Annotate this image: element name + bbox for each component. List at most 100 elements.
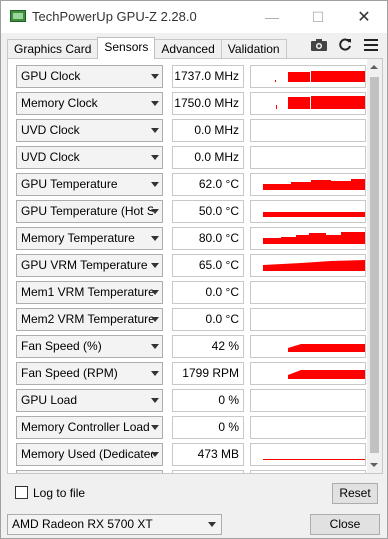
sensor-value: 0 % xyxy=(172,389,244,412)
window-title: TechPowerUp GPU-Z 2.28.0 xyxy=(32,9,197,24)
chevron-down-icon xyxy=(151,155,159,160)
sensor-graph xyxy=(250,92,366,115)
chevron-down-icon xyxy=(151,128,159,133)
sensor-label: Memory Temperature xyxy=(21,231,135,245)
tab-strip: Graphics Card Sensors Advanced Validatio… xyxy=(7,37,287,59)
sensor-graph xyxy=(250,416,366,439)
sensor-graph xyxy=(250,389,366,412)
sensor-label-dropdown[interactable]: Memory Clock xyxy=(16,92,163,115)
sensor-value: 0.0 °C xyxy=(172,308,244,331)
sensor-graph xyxy=(250,335,366,358)
close-button[interactable]: Close xyxy=(310,514,380,535)
sensor-graph xyxy=(250,227,366,250)
scroll-up-arrow-icon[interactable] xyxy=(370,65,378,69)
scroll-down-arrow-icon[interactable] xyxy=(370,463,378,467)
sensor-label: UVD Clock xyxy=(21,150,80,164)
sensor-row: Memory Used (Dedicated) 473 MB xyxy=(14,443,378,466)
chevron-down-icon xyxy=(151,290,159,295)
sensor-label-dropdown[interactable]: Memory Used (Dynamic) xyxy=(16,470,163,473)
sensor-label: GPU VRM Temperature xyxy=(21,258,148,272)
sensor-label-dropdown[interactable]: UVD Clock xyxy=(16,119,163,142)
sensor-row: GPU VRM Temperature 65.0 °C xyxy=(14,254,378,277)
sensor-value: 33 MB xyxy=(172,470,244,473)
chevron-down-icon xyxy=(151,74,159,79)
gpu-select-value: AMD Radeon RX 5700 XT xyxy=(12,517,153,531)
sensor-row: Memory Controller Load 0 % xyxy=(14,416,378,439)
tab-graphics-card[interactable]: Graphics Card xyxy=(7,39,99,59)
chevron-down-icon xyxy=(151,236,159,241)
chevron-down-icon xyxy=(151,344,159,349)
sensor-value: 1799 RPM xyxy=(172,362,244,385)
sensor-row: Memory Temperature 80.0 °C xyxy=(14,227,378,250)
sensor-label-dropdown[interactable]: Memory Used (Dedicated) xyxy=(16,443,163,466)
sensor-label: Mem2 VRM Temperature xyxy=(21,312,153,326)
chevron-down-icon xyxy=(151,182,159,187)
sensor-label: Fan Speed (%) xyxy=(21,339,102,353)
sensor-row: Memory Used (Dynamic) 33 MB xyxy=(14,470,378,473)
sensor-label-dropdown[interactable]: GPU Clock xyxy=(16,65,163,88)
minimize-button[interactable]: — xyxy=(249,1,295,33)
chevron-down-icon xyxy=(151,371,159,376)
sensor-label: GPU Temperature xyxy=(21,177,118,191)
sensor-value: 65.0 °C xyxy=(172,254,244,277)
sensor-row: GPU Clock 1737.0 MHz xyxy=(14,65,378,88)
sensor-row: Mem2 VRM Temperature 0.0 °C xyxy=(14,308,378,331)
sensor-label-dropdown[interactable]: Mem2 VRM Temperature xyxy=(16,308,163,331)
sensor-row: GPU Load 0 % xyxy=(14,389,378,412)
sensor-row: Fan Speed (%) 42 % xyxy=(14,335,378,358)
gpu-select[interactable]: AMD Radeon RX 5700 XT xyxy=(7,514,222,535)
tab-sensors[interactable]: Sensors xyxy=(97,37,156,59)
title-bar[interactable]: TechPowerUp GPU-Z 2.28.0 — ☐ ✕ xyxy=(1,1,387,33)
sensor-row: GPU Temperature 62.0 °C xyxy=(14,173,378,196)
sensor-label-dropdown[interactable]: GPU VRM Temperature xyxy=(16,254,163,277)
sensor-label-dropdown[interactable]: Mem1 VRM Temperature xyxy=(16,281,163,304)
sensor-graph xyxy=(250,470,366,473)
menu-icon[interactable] xyxy=(361,36,381,54)
sensor-label-dropdown[interactable]: UVD Clock xyxy=(16,146,163,169)
sensor-graph xyxy=(250,146,366,169)
scrollbar[interactable] xyxy=(367,59,382,473)
sensor-label: Mem1 VRM Temperature xyxy=(21,285,153,299)
sensor-row: Mem1 VRM Temperature 0.0 °C xyxy=(14,281,378,304)
sensor-label-dropdown[interactable]: Fan Speed (%) xyxy=(16,335,163,358)
sensor-value: 62.0 °C xyxy=(172,173,244,196)
reset-button[interactable]: Reset xyxy=(332,483,378,504)
sensor-row: UVD Clock 0.0 MHz xyxy=(14,146,378,169)
log-to-file-checkbox[interactable] xyxy=(15,486,28,499)
sensor-graph xyxy=(250,362,366,385)
sensor-value: 473 MB xyxy=(172,443,244,466)
close-window-button[interactable]: ✕ xyxy=(341,1,387,33)
chevron-down-icon xyxy=(151,263,159,268)
chevron-down-icon xyxy=(151,398,159,403)
chevron-down-icon xyxy=(151,101,159,106)
sensor-graph xyxy=(250,173,366,196)
refresh-icon[interactable] xyxy=(335,36,355,54)
sensor-label: UVD Clock xyxy=(21,123,80,137)
sensor-label-dropdown[interactable]: GPU Load xyxy=(16,389,163,412)
sensor-value: 0.0 MHz xyxy=(172,146,244,169)
sensor-graph xyxy=(250,308,366,331)
sensor-label: Memory Used (Dynamic) xyxy=(21,471,153,473)
sensor-value: 0.0 °C xyxy=(172,281,244,304)
sensor-value: 1750.0 MHz xyxy=(172,92,244,115)
chevron-down-icon xyxy=(151,425,159,430)
sensor-label-dropdown[interactable]: GPU Temperature xyxy=(16,173,163,196)
sensor-label-dropdown[interactable]: Fan Speed (RPM) xyxy=(16,362,163,385)
toolbar xyxy=(309,36,381,54)
maximize-button[interactable]: ☐ xyxy=(295,1,341,33)
tab-advanced[interactable]: Advanced xyxy=(154,39,222,59)
camera-icon[interactable] xyxy=(309,36,329,54)
sensor-label-dropdown[interactable]: Memory Controller Load xyxy=(16,416,163,439)
scrollbar-thumb[interactable] xyxy=(370,77,379,453)
sensor-label-dropdown[interactable]: GPU Temperature (Hot Spot) xyxy=(16,200,163,223)
gpuz-window: TechPowerUp GPU-Z 2.28.0 — ☐ ✕ Graphics … xyxy=(0,0,388,539)
sensor-label: Memory Used (Dedicated) xyxy=(21,447,153,461)
sensor-label: Memory Clock xyxy=(21,96,98,110)
sensors-panel: GPU Clock 1737.0 MHz Memory Clock 1750.0 MH… xyxy=(7,58,383,474)
tab-validation[interactable]: Validation xyxy=(220,39,287,59)
chevron-down-icon xyxy=(208,522,216,527)
sensor-value: 0.0 MHz xyxy=(172,119,244,142)
sensor-label-dropdown[interactable]: Memory Temperature xyxy=(16,227,163,250)
log-to-file-label: Log to file xyxy=(33,486,86,500)
sensor-value: 50.0 °C xyxy=(172,200,244,223)
